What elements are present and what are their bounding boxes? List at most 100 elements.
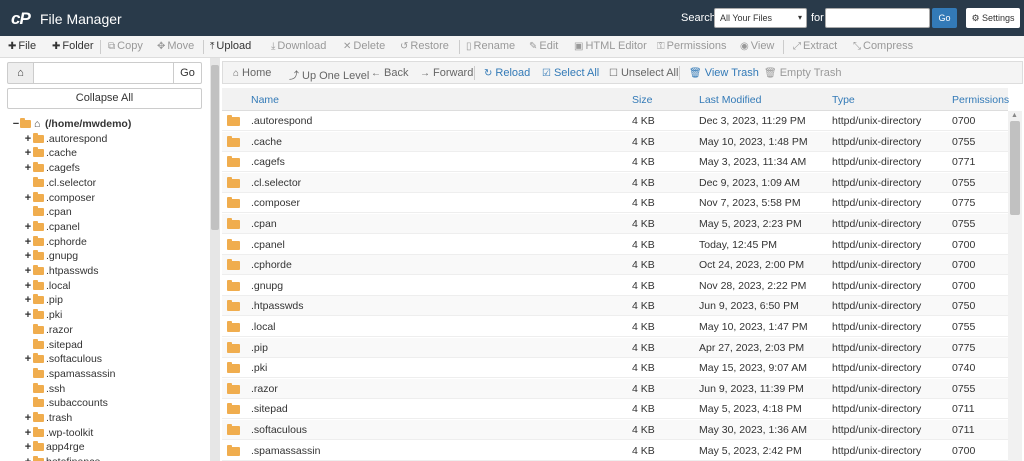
plus-icon[interactable]: + (24, 249, 32, 263)
plus-icon[interactable]: + (24, 308, 32, 322)
table-row[interactable]: .cagefs 4 KB May 3, 2023, 11:34 AM httpd/un… (222, 152, 1008, 173)
plus-icon[interactable]: + (24, 146, 32, 160)
cell-modified: May 10, 2023, 1:47 PM (699, 321, 808, 333)
nav-view-trash-button[interactable]: 🗑 View Trash (689, 67, 759, 79)
tree-home-button[interactable]: ⌂ (7, 62, 34, 84)
path-input[interactable] (34, 62, 173, 84)
nav-back-button[interactable]: ← Back (371, 67, 408, 79)
toolbar-copy-button[interactable]: ⧉ Copy (108, 40, 143, 52)
nav-empty-trash-button[interactable]: 🗑 Empty Trash (764, 67, 841, 79)
search-scope-select[interactable]: All Your Files ▾ (714, 8, 807, 28)
toolbar-edit-button[interactable]: ✎ Edit (529, 40, 558, 52)
table-row[interactable]: .cpanel 4 KB Today, 12:45 PM httpd/unix-dir… (222, 235, 1008, 255)
tree-root-label: (/home/mwdemo) (45, 118, 132, 130)
tree-item-label: .cpanel (46, 220, 80, 233)
nav-up-one-level-button[interactable]: ⤴ Up One Level (289, 67, 369, 82)
plus-icon[interactable]: + (24, 279, 32, 293)
toolbar-permissions-button[interactable]: ⚿ Permissions (657, 40, 727, 52)
toolbar-extract-button[interactable]: ⤢ Extract (793, 40, 837, 52)
toolbar-compress-button[interactable]: ⤡ Compress (853, 40, 913, 52)
plus-icon[interactable]: + (24, 440, 32, 454)
toolbar-html-editor-button[interactable]: ▣ HTML Editor (574, 40, 647, 52)
table-row[interactable]: .pip 4 KB Apr 27, 2023, 2:03 PM httpd/unix-… (222, 337, 1008, 358)
tree-item-label: .razor (46, 323, 73, 336)
cell-name: .cpan (251, 218, 277, 230)
toolbar-move-button[interactable]: ✥ Move (157, 40, 194, 52)
scroll-up-icon[interactable]: ▲ (1011, 112, 1018, 119)
settings-label: Settings (982, 13, 1015, 23)
cell-permissions: 0740 (952, 362, 976, 375)
toolbar-download-button[interactable]: ⤓ Download (271, 40, 326, 52)
column-header-name[interactable]: Name (251, 94, 279, 106)
nav-home-button[interactable]: ⌂ Home (233, 67, 271, 79)
cell-permissions: 0700 (952, 444, 976, 457)
panel-splitter[interactable] (210, 58, 220, 461)
folder-icon (33, 338, 44, 349)
folder-icon (33, 250, 44, 261)
minus-icon[interactable]: − (12, 117, 20, 131)
table-row[interactable]: .composer 4 KB Nov 7, 2023, 5:58 PM httpd/u… (222, 193, 1008, 214)
arrow-right-icon: → (420, 68, 430, 79)
cell-size: 4 KB (632, 156, 655, 169)
table-row[interactable]: .pki 4 KB May 15, 2023, 9:07 AM httpd/unix-… (222, 358, 1008, 379)
table-row[interactable]: .cache 4 KB May 10, 2023, 1:48 PM httpd/uni… (222, 131, 1008, 152)
toolbar-rename-button[interactable]: ▯ Rename (466, 40, 515, 52)
folder-icon (227, 197, 240, 209)
search-input[interactable] (825, 8, 930, 28)
table-row[interactable]: .spamassassin 4 KB May 5, 2023, 2:42 PM htt… (222, 441, 1008, 461)
folder-icon (33, 323, 44, 334)
plus-icon[interactable]: + (24, 264, 32, 278)
file-list-scrollbar-thumb[interactable] (1010, 121, 1020, 215)
table-row[interactable]: .htpasswds 4 KB Jun 9, 2023, 6:50 PM httpd/… (222, 296, 1008, 317)
plus-icon[interactable]: + (24, 132, 32, 146)
folder-icon (33, 220, 44, 231)
table-row[interactable]: .razor 4 KB Jun 9, 2023, 11:39 PM httpd/uni… (222, 378, 1008, 399)
toolbar-view-button[interactable]: ◉ View (740, 40, 774, 52)
nav-forward-button[interactable]: → Forward (420, 67, 473, 79)
toolbar-folder-button[interactable]: ✚ Folder (52, 40, 94, 52)
plus-icon[interactable]: + (24, 235, 32, 249)
plus-icon[interactable]: + (24, 455, 32, 461)
cell-modified: Jun 9, 2023, 6:50 PM (699, 300, 799, 313)
path-go-button[interactable]: Go (173, 62, 202, 84)
toolbar-upload-button[interactable]: ⤒ Upload (210, 40, 251, 52)
toolbar-delete-button[interactable]: ✕ Delete (343, 40, 385, 52)
table-row[interactable]: .local 4 KB May 10, 2023, 1:47 PM httpd/uni… (222, 317, 1008, 337)
toolbar-file-button[interactable]: ✚ File (8, 40, 36, 52)
cell-permissions: 0700 (952, 279, 976, 292)
table-row[interactable]: .autorespond 4 KB Dec 3, 2023, 11:29 PM htt… (222, 111, 1008, 131)
column-header-size[interactable]: Size (632, 94, 652, 106)
column-header-type[interactable]: Type (832, 94, 855, 106)
plus-icon[interactable]: + (24, 352, 32, 366)
toolbar-restore-button[interactable]: ↺ Restore (400, 40, 449, 52)
nav-unselect-all-button[interactable]: ☐ Unselect All (609, 67, 678, 79)
nav-reload-button[interactable]: ↻ Reload (484, 67, 530, 79)
table-row[interactable]: .cl.selector 4 KB Dec 9, 2023, 1:09 AM http… (222, 172, 1008, 193)
table-row[interactable]: .softaculous 4 KB May 30, 2023, 1:36 AM htt… (222, 420, 1008, 440)
plus-icon: ✚ (52, 41, 61, 52)
plus-icon[interactable]: + (24, 191, 32, 205)
cell-name: .cpanel (251, 238, 285, 251)
plus-icon[interactable]: + (24, 220, 32, 234)
settings-button[interactable]: ⚙ Settings (966, 8, 1020, 28)
plus-icon[interactable]: + (24, 161, 32, 175)
cell-type: httpd/unix-directory (832, 444, 922, 457)
search-go-button[interactable]: Go (932, 8, 957, 28)
plus-icon[interactable]: + (24, 293, 32, 307)
folder-icon (33, 147, 44, 158)
file-list-scrollbar[interactable]: ▲ (1008, 111, 1022, 461)
table-row[interactable]: .gnupg 4 KB Nov 28, 2023, 2:22 PM httpd/uni… (222, 276, 1008, 296)
table-row[interactable]: .sitepad 4 KB May 5, 2023, 4:18 PM httpd/un… (222, 399, 1008, 420)
collapse-all-button[interactable]: Collapse All (7, 88, 202, 109)
cell-modified: Oct 24, 2023, 2:00 PM (699, 259, 805, 272)
column-header-last-modified[interactable]: Last Modified (699, 94, 761, 106)
tree-scrollbar-thumb[interactable] (211, 65, 219, 230)
plus-icon[interactable]: + (24, 411, 32, 425)
nav-select-all-button[interactable]: ☑ Select All (542, 67, 599, 79)
column-header-permissions[interactable]: Permissions (952, 94, 1009, 106)
table-row[interactable]: .cpan 4 KB May 5, 2023, 2:23 PM httpd/unix-… (222, 214, 1008, 234)
checkbox-empty-icon: ☐ (609, 68, 618, 79)
plus-icon[interactable]: + (24, 426, 32, 440)
toolbar-label: View (750, 40, 775, 52)
table-row[interactable]: .cphorde 4 KB Oct 24, 2023, 2:00 PM httpd/u… (222, 255, 1008, 276)
